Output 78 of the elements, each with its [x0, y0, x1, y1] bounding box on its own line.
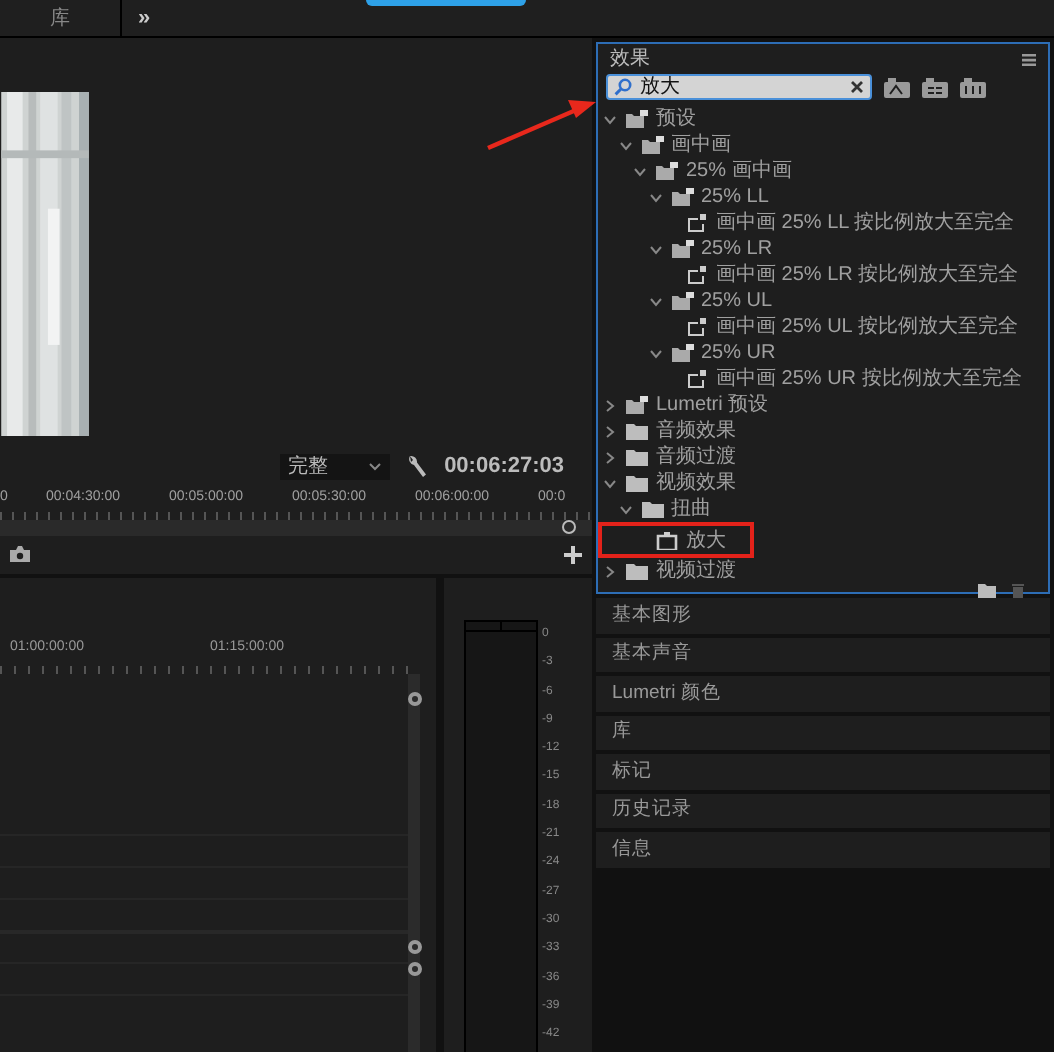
- scroll-handle[interactable]: [407, 691, 421, 705]
- tree-item[interactable]: 画中画: [598, 132, 731, 158]
- panel-tab[interactable]: Lumetri 颜色: [596, 676, 1050, 715]
- add-icon[interactable]: [564, 545, 582, 564]
- bin-icon: [641, 136, 663, 154]
- chevron-down-icon[interactable]: [649, 295, 661, 307]
- chevron-right-icon[interactable]: [604, 425, 616, 437]
- folder-icon: [626, 474, 648, 492]
- chevron-right-icon[interactable]: [604, 451, 616, 463]
- search-icon: [614, 78, 632, 96]
- menu-icon[interactable]: [1022, 53, 1036, 65]
- tree-item[interactable]: 25% UR: [598, 340, 776, 366]
- caret-icon: [368, 461, 383, 472]
- tree-item[interactable]: 25% 画中画: [598, 158, 792, 184]
- folder-icon: [626, 562, 648, 580]
- panel-tab[interactable]: 库: [0, 0, 120, 37]
- panel-tab[interactable]: 基本图形: [596, 598, 1050, 637]
- panel-tab[interactable]: 基本声音: [596, 637, 1050, 676]
- chevron-down-icon[interactable]: [619, 503, 631, 515]
- chevron-right-icon[interactable]: [604, 399, 616, 411]
- folder-icon: [641, 500, 663, 518]
- scroll-bar[interactable]: [408, 673, 420, 1052]
- tree-item[interactable]: 音频过渡: [598, 444, 736, 470]
- tree-item[interactable]: 放大: [598, 522, 754, 558]
- more-panels-button[interactable]: »: [138, 1, 151, 35]
- bin-icon: [626, 110, 648, 128]
- chevron-down-icon[interactable]: [634, 165, 646, 177]
- accelerated-effects-icon[interactable]: [884, 77, 910, 97]
- chevron-down-icon[interactable]: [619, 139, 631, 151]
- 32-bit-effects-icon[interactable]: [922, 77, 948, 97]
- timecode: 00:06:27:03: [444, 451, 564, 482]
- trash-icon[interactable]: [1012, 584, 1024, 598]
- tree-item[interactable]: 25% UL: [598, 288, 773, 314]
- tree-item[interactable]: 预设: [598, 106, 696, 132]
- preset-icon: [686, 370, 708, 388]
- tree-item[interactable]: 25% LL: [598, 184, 769, 210]
- playhead-handle[interactable]: [562, 520, 576, 535]
- tree-item[interactable]: 画中画 25% UL 按比例放大至完全: [598, 314, 1018, 340]
- yuv-effects-icon[interactable]: [960, 77, 986, 97]
- search-input[interactable]: 放大: [640, 75, 842, 99]
- tree-item[interactable]: 画中画 25% LR 按比例放大至完全: [598, 262, 1019, 288]
- chevron-down-icon[interactable]: [604, 477, 616, 489]
- panel-title: 效果: [610, 46, 650, 74]
- panel-tab[interactable]: 信息: [596, 832, 1050, 871]
- quality-dropdown[interactable]: 完整: [280, 453, 391, 480]
- panel-tab[interactable]: 标记: [596, 754, 1050, 793]
- bin-icon: [671, 240, 693, 258]
- camera-icon[interactable]: [10, 546, 30, 563]
- tree-item[interactable]: 视频效果: [598, 470, 736, 496]
- chevron-down-icon[interactable]: [649, 347, 661, 359]
- annotation-arrow: [487, 100, 596, 150]
- bin-icon: [671, 292, 693, 310]
- preset-icon: [686, 266, 708, 284]
- folder-icon: [626, 422, 648, 440]
- panel-tab[interactable]: 历史记录: [596, 793, 1050, 832]
- bin-icon: [656, 162, 678, 180]
- preset-icon: [686, 214, 708, 232]
- panel-tab[interactable]: 库: [596, 715, 1050, 754]
- chevron-down-icon[interactable]: [649, 243, 661, 255]
- tree-item[interactable]: Lumetri 预设: [598, 392, 769, 418]
- tree-item[interactable]: 扭曲: [598, 496, 711, 522]
- wrench-icon[interactable]: [406, 454, 429, 479]
- search-field[interactable]: 放大: [606, 74, 872, 100]
- folder-icon: [626, 448, 648, 466]
- preset-icon: [686, 318, 708, 336]
- tree-item[interactable]: 音频效果: [598, 418, 736, 444]
- tree-item[interactable]: 画中画 25% UR 按比例放大至完全: [598, 366, 1022, 392]
- bin-icon: [671, 344, 693, 362]
- tree-item[interactable]: 画中画 25% LL 按比例放大至完全: [598, 210, 1015, 236]
- bin-icon: [671, 188, 693, 206]
- bin-icon: [626, 396, 648, 414]
- effect-icon: [656, 531, 678, 549]
- chevron-right-icon[interactable]: [604, 565, 616, 577]
- clear-icon[interactable]: [850, 80, 864, 94]
- tree-item[interactable]: 25% LR: [598, 236, 773, 262]
- chevron-down-icon[interactable]: [649, 191, 661, 203]
- chevron-down-icon[interactable]: [604, 113, 616, 125]
- tree-item[interactable]: 视频过渡: [598, 558, 736, 584]
